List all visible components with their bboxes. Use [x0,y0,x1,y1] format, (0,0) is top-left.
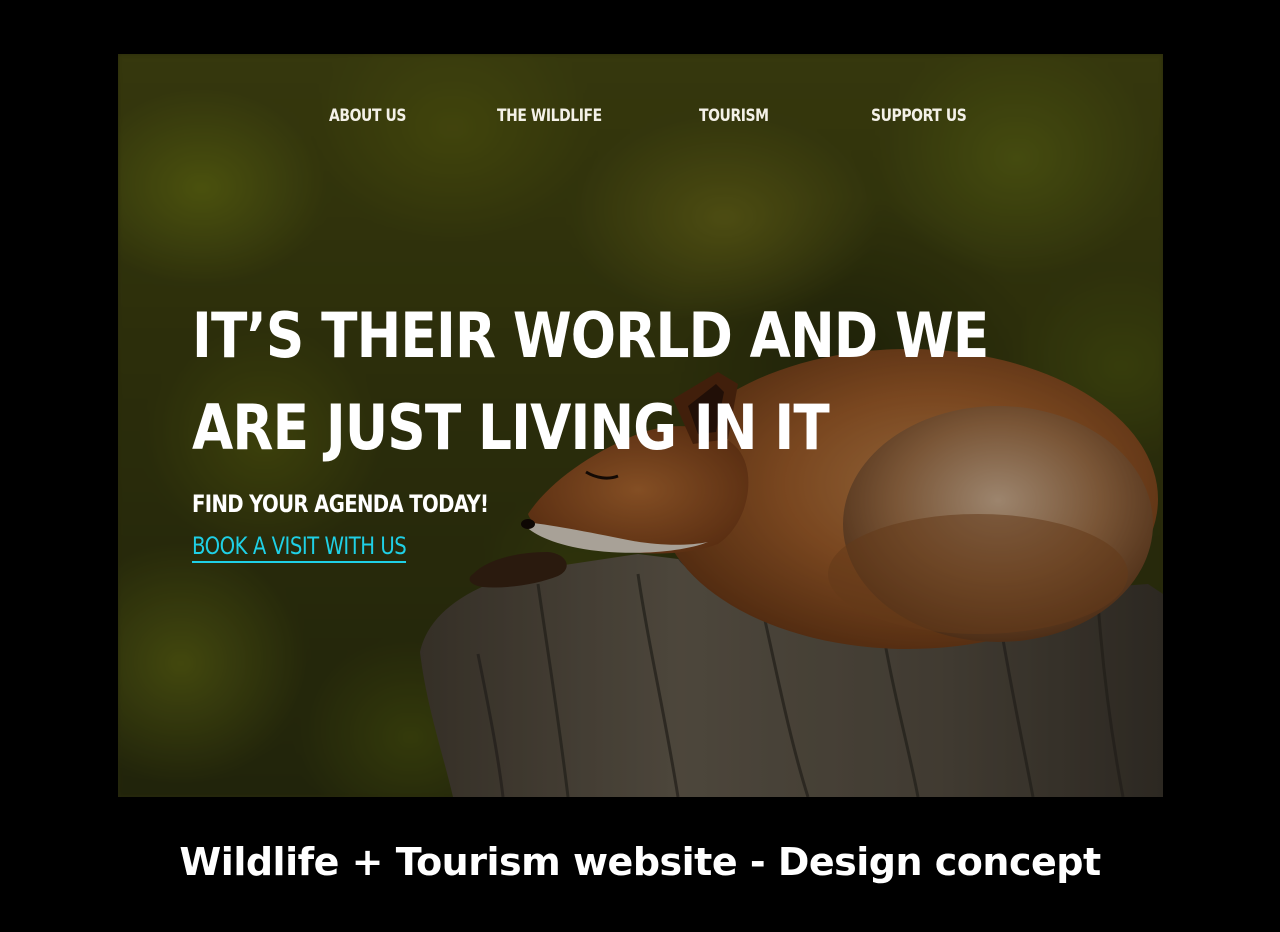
main-nav: ABOUT US THE WILDLIFE TOURISM SUPPORT US [118,106,1163,134]
hero-section: ABOUT US THE WILDLIFE TOURISM SUPPORT US… [118,54,1163,797]
nav-item-the-wildlife[interactable]: THE WILDLIFE [497,106,602,126]
nav-item-about-us[interactable]: ABOUT US [329,106,406,126]
nav-item-tourism[interactable]: TOURISM [699,106,769,126]
nav-item-support-us[interactable]: SUPPORT US [871,106,967,126]
book-visit-link[interactable]: BOOK A VISIT WITH US [192,532,407,563]
hero-headline: IT’S THEIR WORLD AND WE ARE JUST LIVING … [192,290,989,474]
headline-line-2: ARE JUST LIVING IN IT [192,391,830,464]
agenda-subheading: FIND YOUR AGENDA TODAY! [192,490,489,518]
design-caption: Wildlife + Tourism website - Design conc… [179,840,1101,884]
headline-line-1: IT’S THEIR WORLD AND WE [192,299,989,372]
